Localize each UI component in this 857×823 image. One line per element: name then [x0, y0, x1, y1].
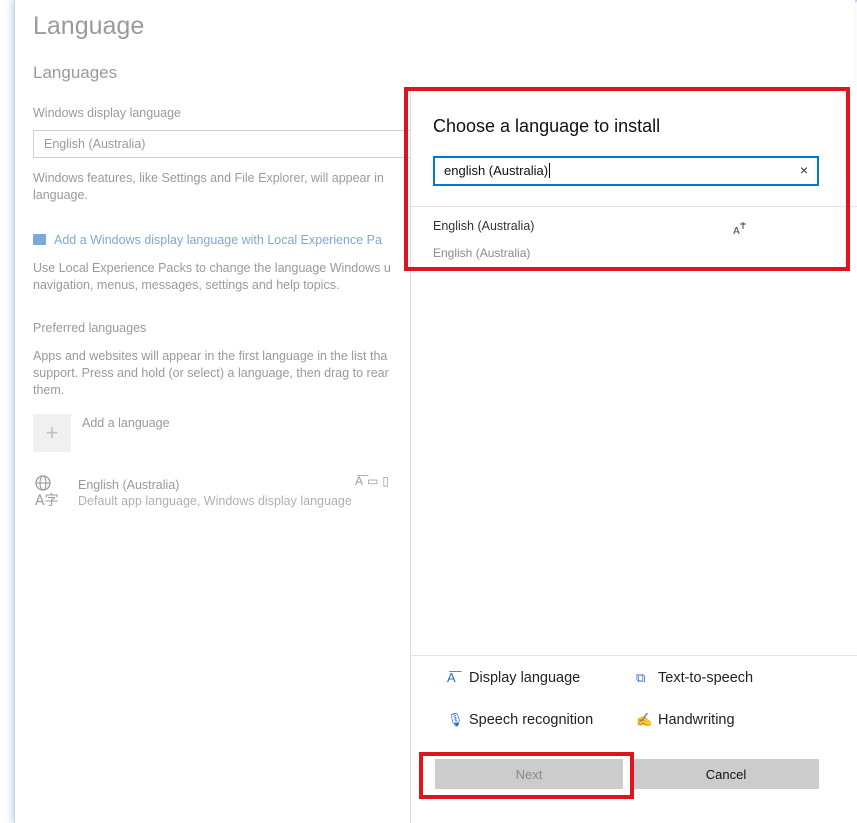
preferred-desc-3: them.	[33, 383, 65, 397]
cancel-button[interactable]: Cancel	[633, 759, 819, 789]
microphone-icon: ▯	[382, 474, 393, 488]
text-caret	[549, 163, 551, 178]
feature-text-to-speech: ⧉ Text-to-speech	[636, 670, 754, 686]
language-glyph-icon: A字	[33, 474, 73, 510]
add-display-language-link[interactable]: Add a Windows display language with Loca…	[33, 233, 382, 247]
dialog-divider	[411, 206, 857, 207]
display-language-icon: A͞	[447, 670, 456, 685]
installed-language-desc: Default app language, Windows display la…	[78, 494, 352, 508]
store-icon	[33, 234, 46, 245]
preferred-desc-1: Apps and websites will appear in the fir…	[33, 349, 388, 363]
lxp-desc-1: Use Local Experience Packs to change the…	[33, 261, 391, 275]
text-to-speech-icon: ⧉	[636, 670, 646, 685]
svg-text:A: A	[733, 226, 740, 236]
feature-display-language: A͞ Display language	[447, 670, 581, 686]
link-text: Add a Windows display language with Loca…	[54, 233, 382, 247]
text-to-speech-icon: ▭	[367, 474, 383, 488]
feature-speech-recognition: 🎙 Speech recognition	[447, 712, 594, 728]
feature-handwriting: ✍ Handwriting	[636, 712, 735, 728]
add-language-button[interactable]: +	[33, 414, 71, 452]
preferred-desc-2: support. Press and hold (or select) a la…	[33, 366, 389, 380]
page-title: Language	[33, 12, 145, 40]
language-search-input[interactable]: english (Australia) ×	[433, 156, 819, 186]
lxp-desc-2: navigation, menus, messages, settings an…	[33, 278, 340, 292]
search-value: english (Australia)	[444, 163, 551, 178]
section-title: Languages	[33, 63, 118, 82]
microphone-icon: 🎙	[447, 712, 464, 727]
installed-language-capabilities: A͞▭▯	[355, 474, 393, 488]
dialog-title: Choose a language to install	[433, 116, 661, 136]
result-native-name: English (Australia)	[433, 246, 531, 260]
display-language-value: English (Australia)	[44, 137, 146, 151]
next-button[interactable]: Next	[435, 759, 623, 789]
display-language-icon: A	[733, 222, 747, 239]
clear-search-icon[interactable]: ×	[800, 162, 808, 178]
display-language-select[interactable]: English (Australia)	[33, 130, 423, 158]
choose-language-dialog: Choose a language to install english (Au…	[410, 90, 857, 823]
svg-text:A字: A字	[35, 493, 59, 508]
result-language-name: English (Australia)	[433, 219, 535, 233]
features-divider	[411, 655, 857, 656]
display-language-label: Windows display language	[33, 106, 182, 120]
display-language-icon: A͞	[355, 474, 368, 488]
preferred-languages-label: Preferred languages	[33, 321, 147, 335]
display-language-desc-1: Windows features, like Settings and File…	[33, 171, 384, 185]
handwriting-icon: ✍	[636, 712, 653, 727]
installed-language-name[interactable]: English (Australia)	[78, 478, 179, 492]
plus-icon: +	[45, 420, 59, 445]
add-language-label: Add a language	[82, 416, 170, 430]
display-language-desc-2: language.	[33, 188, 88, 202]
